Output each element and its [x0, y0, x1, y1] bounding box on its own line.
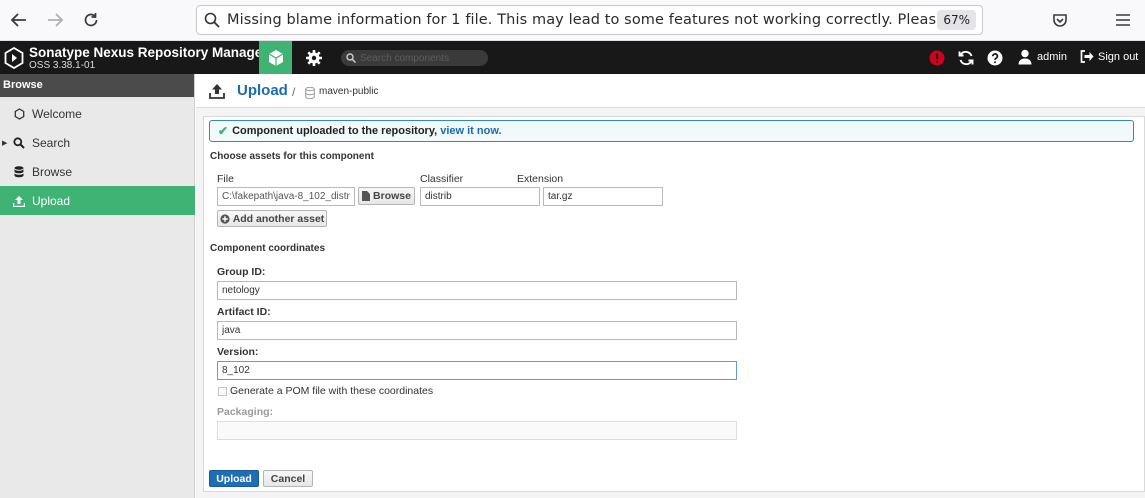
group-id-label: Group ID: — [217, 266, 266, 278]
sidebar-item-label: Welcome — [32, 106, 82, 121]
cancel-button[interactable]: Cancel — [263, 470, 313, 487]
artifact-id-field[interactable] — [217, 321, 737, 340]
browse-button-label: Browse — [373, 190, 411, 202]
username: admin — [1037, 51, 1067, 63]
cube-icon — [268, 49, 283, 66]
coordinates-section-title: Component coordinates — [210, 243, 326, 254]
nexus-logo-icon — [4, 46, 24, 70]
upload-form-panel: ✔ Component uploaded to the repository, … — [203, 116, 1145, 492]
sign-out-icon — [1080, 50, 1094, 63]
address-bar-text: Missing blame information for 1 file. Th… — [227, 12, 937, 28]
upload-icon — [11, 195, 27, 207]
help-icon[interactable] — [986, 49, 1004, 67]
sidebar-item-label: Upload — [32, 193, 71, 208]
browse-mode-button[interactable] — [259, 41, 292, 74]
sidebar-item-label: Search — [32, 135, 71, 150]
group-id-field[interactable] — [217, 281, 737, 300]
app-title: Sonatype Nexus Repository Manager — [29, 45, 268, 60]
gear-icon — [305, 49, 322, 66]
search-icon — [346, 53, 356, 63]
alert-icon[interactable] — [928, 49, 946, 67]
sidebar-item-upload[interactable]: Upload — [0, 186, 195, 215]
refresh-icon[interactable] — [957, 49, 975, 67]
generate-pom-label: Generate a POM file with these coordinat… — [230, 385, 434, 397]
generate-pom-checkbox[interactable] — [218, 387, 227, 396]
packaging-field[interactable] — [217, 421, 737, 440]
sign-out-button[interactable]: Sign out — [1080, 50, 1138, 63]
expand-arrow-icon[interactable]: ▶ — [2, 139, 7, 147]
search-icon — [197, 12, 227, 28]
app-version: OSS 3.38.1-01 — [29, 60, 96, 71]
packaging-label: Packaging: — [217, 406, 274, 418]
success-notice: ✔ Component uploaded to the repository, … — [209, 120, 1134, 142]
sidebar-item-search[interactable]: ▶ Search — [0, 128, 195, 157]
extension-label: Extension — [517, 173, 564, 185]
sign-out-label: Sign out — [1098, 50, 1139, 63]
plus-circle-icon — [220, 213, 230, 224]
upload-button[interactable]: Upload — [209, 470, 259, 487]
quick-search-input[interactable] — [360, 52, 485, 64]
pocket-icon[interactable] — [1049, 10, 1071, 30]
notice-message: Component uploaded to the repository, — [232, 125, 438, 137]
breadcrumb-upload-link[interactable]: Upload — [237, 82, 288, 99]
reload-icon[interactable] — [78, 8, 104, 32]
file-icon — [362, 191, 371, 201]
hexagon-icon — [11, 107, 27, 120]
database-icon — [305, 84, 315, 103]
version-label: Version: — [217, 346, 259, 358]
forward-icon[interactable] — [42, 8, 68, 32]
sidebar-item-browse[interactable]: Browse — [0, 157, 195, 186]
add-asset-label: Add another asset — [232, 212, 325, 225]
version-field[interactable] — [217, 361, 737, 380]
sidebar-item-welcome[interactable]: Welcome — [0, 99, 195, 128]
file-label: File — [217, 173, 234, 185]
extension-field[interactable] — [543, 187, 663, 206]
file-path-field[interactable] — [217, 187, 355, 206]
add-another-asset-button[interactable]: Add another asset — [217, 210, 327, 227]
app-header: Sonatype Nexus Repository Manager OSS 3.… — [0, 41, 1145, 74]
classifier-label: Classifier — [420, 173, 464, 185]
quick-search-box[interactable] — [341, 50, 488, 66]
assets-section-title: Choose assets for this component — [210, 151, 374, 162]
browser-toolbar: Missing blame information for 1 file. Th… — [0, 0, 1145, 41]
back-icon[interactable] — [6, 8, 32, 32]
user-icon — [1018, 49, 1032, 65]
checkmark-icon: ✔ — [218, 124, 229, 138]
sidebar: Browse Welcome ▶ Search Browse Upload — [0, 74, 195, 498]
breadcrumb-repository: maven-public — [319, 86, 379, 97]
browse-button[interactable]: Browse — [358, 187, 415, 205]
menu-icon[interactable] — [1112, 10, 1134, 30]
admin-mode-button[interactable] — [297, 41, 330, 74]
user-menu[interactable]: admin — [1018, 49, 1067, 65]
search-icon — [11, 136, 27, 149]
breadcrumb: Upload / maven-public — [196, 74, 1145, 108]
upload-icon — [209, 83, 225, 103]
zoom-level-badge[interactable]: 67% — [937, 10, 976, 30]
artifact-id-label: Artifact ID: — [217, 306, 271, 318]
breadcrumb-separator: / — [292, 85, 296, 99]
database-icon — [11, 165, 27, 178]
sidebar-header: Browse — [0, 74, 194, 97]
address-bar[interactable]: Missing blame information for 1 file. Th… — [196, 5, 983, 35]
view-it-now-link[interactable]: view it now. — [440, 125, 501, 137]
classifier-field[interactable] — [420, 187, 540, 206]
main-content: Upload / maven-public ✔ Component upload… — [196, 74, 1145, 498]
sidebar-item-label: Browse — [32, 164, 73, 179]
